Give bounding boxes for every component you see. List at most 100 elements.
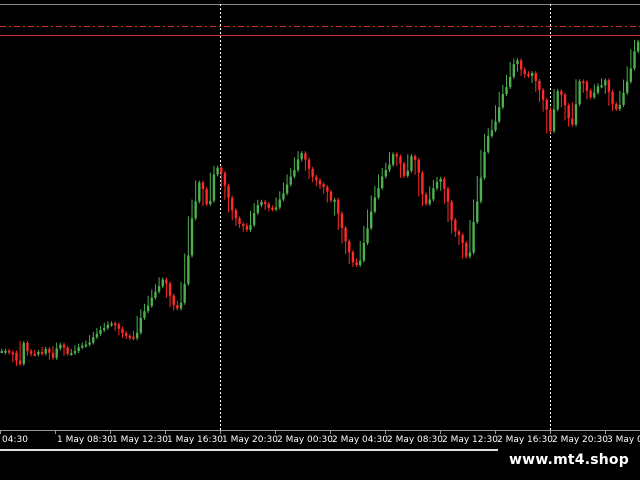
- candle-body: [59, 344, 62, 349]
- candle-body: [168, 283, 172, 296]
- candle-body: [150, 297, 153, 306]
- candle-body: [11, 352, 14, 355]
- candle-body: [165, 279, 168, 284]
- candle-body: [538, 80, 541, 91]
- candle-body: [406, 170, 409, 176]
- candle-body: [143, 311, 146, 318]
- candle-body: [62, 344, 66, 348]
- candle-body: [296, 159, 300, 171]
- price-chart: 04:30 1 May 08:30 1 May 12:30 1 May 16:30 1 …: [0, 0, 640, 480]
- candle-wick: [264, 199, 266, 210]
- chart-background: [0, 0, 640, 480]
- candle-body: [227, 185, 230, 198]
- candle-body: [512, 64, 516, 77]
- candle-body: [549, 109, 552, 132]
- candle-body: [468, 252, 472, 257]
- candle-body: [435, 181, 439, 189]
- candle-wick: [63, 342, 65, 356]
- candle-body: [391, 154, 395, 165]
- candle-wick: [96, 328, 98, 340]
- candle-body: [289, 176, 292, 185]
- candle-body: [190, 218, 194, 256]
- candle-body: [285, 184, 289, 194]
- candle-body: [194, 201, 197, 219]
- candle-body: [242, 224, 245, 227]
- candle-body: [124, 333, 128, 336]
- candle-body: [267, 203, 270, 208]
- candle-body: [146, 305, 150, 312]
- candle-body: [615, 103, 618, 109]
- candle-body: [370, 211, 373, 229]
- candle-body: [234, 210, 238, 219]
- candle-body: [205, 188, 208, 205]
- candle-body: [413, 156, 417, 160]
- candle-body: [77, 347, 80, 352]
- candle-body: [607, 80, 611, 92]
- candle-body: [103, 328, 106, 331]
- candle-body: [622, 92, 625, 105]
- candle-body: [439, 178, 442, 182]
- candle-body: [260, 201, 263, 206]
- candle-wick: [315, 174, 317, 187]
- candle-wick: [12, 350, 14, 363]
- candle-body: [351, 252, 355, 263]
- candle-body: [293, 170, 296, 177]
- candle-body: [388, 164, 391, 171]
- x-tick-label: 1 May 12:30: [112, 435, 168, 445]
- candle-body: [479, 177, 483, 202]
- candle-body: [326, 186, 329, 192]
- candle-body: [114, 323, 117, 326]
- candle-body: [154, 291, 157, 298]
- candle-body: [560, 91, 563, 95]
- candle-body: [0, 351, 4, 354]
- candle-wick: [48, 347, 50, 360]
- candle-body: [461, 234, 464, 243]
- candle-body: [263, 201, 267, 204]
- candle-body: [574, 104, 578, 125]
- candle-body: [567, 105, 570, 119]
- candle-body: [231, 197, 234, 211]
- candle-body: [315, 176, 318, 181]
- candle-body: [117, 324, 121, 329]
- candle-body: [7, 350, 11, 353]
- candle-body: [585, 81, 589, 91]
- x-tick-label: 2 May 12:30: [442, 435, 498, 445]
- candle-body: [311, 168, 314, 177]
- x-tick-label: 2 May 20:30: [552, 435, 608, 445]
- candle-body: [55, 348, 58, 358]
- candle-body: [110, 323, 113, 326]
- candle-wick: [103, 322, 105, 333]
- candle-body: [359, 260, 362, 265]
- candle-body: [282, 193, 285, 200]
- candle-body: [476, 201, 479, 223]
- candle-body: [201, 182, 205, 189]
- candle-body: [428, 199, 431, 204]
- candle-body: [516, 60, 519, 65]
- candle-wick: [242, 222, 244, 232]
- candle-body: [355, 262, 358, 265]
- candle-body: [633, 51, 636, 69]
- candle-body: [51, 352, 55, 358]
- candle-body: [88, 342, 91, 345]
- candle-body: [432, 188, 435, 200]
- candle-body: [505, 87, 508, 95]
- candle-body: [384, 170, 388, 177]
- candle-body: [604, 80, 607, 86]
- candle-body: [70, 353, 73, 356]
- candle-body: [472, 222, 475, 253]
- candle-wick: [531, 71, 533, 83]
- candle-body: [81, 345, 84, 348]
- candle-body: [95, 333, 99, 338]
- candle-body: [552, 109, 556, 132]
- candle-body: [238, 218, 241, 225]
- candle-body: [545, 99, 548, 110]
- candle-body: [483, 151, 486, 178]
- watermark: www.mt4.shop: [498, 448, 640, 472]
- candle-body: [519, 60, 523, 70]
- candle-body: [106, 324, 110, 329]
- candle-wick: [323, 182, 325, 194]
- candle-body: [209, 200, 212, 205]
- candle-body: [216, 167, 219, 175]
- candle-body: [501, 94, 505, 108]
- candle-body: [252, 212, 256, 226]
